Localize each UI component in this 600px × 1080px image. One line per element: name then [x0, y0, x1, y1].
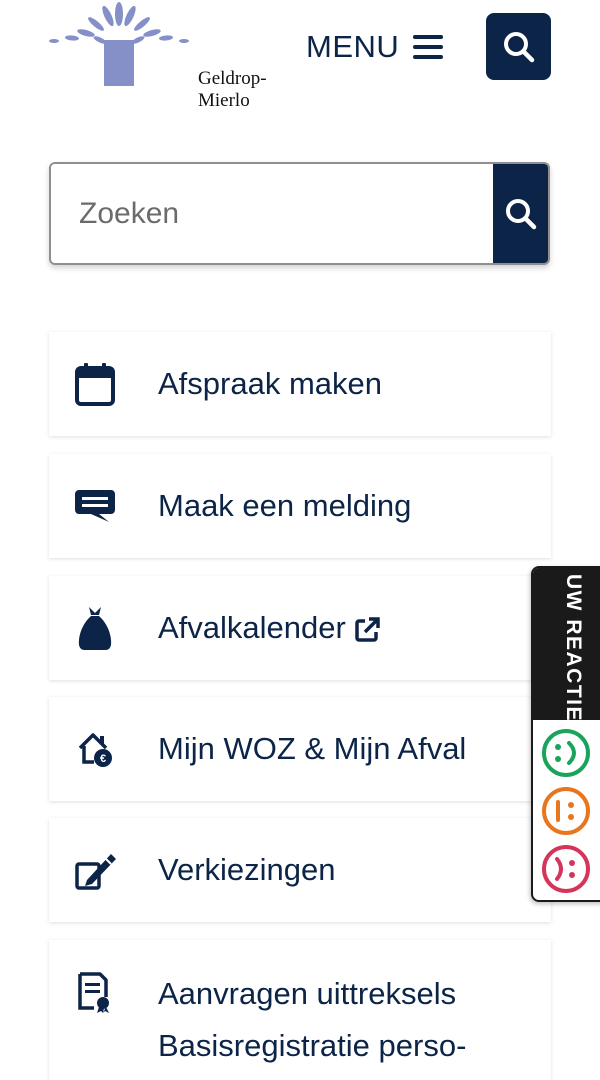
- tile-label: Afvalkalender: [158, 610, 346, 645]
- site-logo[interactable]: Geldrop-Mierlo: [48, 0, 278, 111]
- ballot-pencil-icon: [73, 846, 117, 894]
- tile-maak-een-melding[interactable]: Maak een melding: [49, 454, 551, 558]
- tile-afspraak-maken[interactable]: Afspraak maken: [49, 332, 551, 436]
- search-input[interactable]: [51, 164, 493, 263]
- trash-bag-icon: [73, 604, 117, 652]
- feedback-widget: UW REACTIE: [531, 566, 600, 902]
- search-icon: [503, 31, 534, 62]
- tile-verkiezingen[interactable]: Verkiezingen: [49, 818, 551, 922]
- tile-label: Verkiezingen: [158, 852, 336, 887]
- tile-label: Mijn WOZ & Mijn Afval: [158, 731, 467, 766]
- house-euro-icon: €: [73, 725, 117, 773]
- tile-aanvragen-uittreksels[interactable]: Aanvragen uittreksels Basisregistratie p…: [49, 940, 551, 1080]
- feedback-label: UW REACTIE: [562, 574, 585, 722]
- menu-button[interactable]: MENU: [306, 24, 444, 70]
- search-form: [49, 162, 550, 265]
- header-search-button[interactable]: [486, 13, 551, 80]
- happy-smiley-icon[interactable]: [541, 728, 591, 778]
- calendar-icon: [73, 360, 117, 408]
- external-link-icon: [355, 617, 380, 642]
- tile-label: Maak een melding: [158, 488, 412, 523]
- tile-afvalkalender[interactable]: Afvalkalender: [49, 576, 551, 680]
- search-submit-button[interactable]: [493, 164, 548, 263]
- tile-mijn-woz-mijn-afval[interactable]: € Mijn WOZ & Mijn Afval: [49, 697, 551, 801]
- feedback-tab[interactable]: UW REACTIE: [533, 568, 600, 722]
- sad-smiley-icon[interactable]: [541, 844, 591, 894]
- neutral-smiley-icon[interactable]: [541, 786, 591, 836]
- menu-label: MENU: [306, 29, 400, 64]
- logo-text: Geldrop-Mierlo: [198, 68, 267, 111]
- tile-label: Afspraak maken: [158, 366, 382, 401]
- svg-text:€: €: [100, 753, 106, 765]
- search-icon: [505, 198, 536, 229]
- hamburger-icon: [413, 35, 444, 59]
- chat-bubble-icon: [73, 482, 117, 530]
- tile-label: Aanvragen uittreksels Basisregistratie p…: [158, 976, 467, 1063]
- tile-label-container: Afvalkalender: [158, 610, 380, 646]
- certificate-icon: [73, 968, 117, 1016]
